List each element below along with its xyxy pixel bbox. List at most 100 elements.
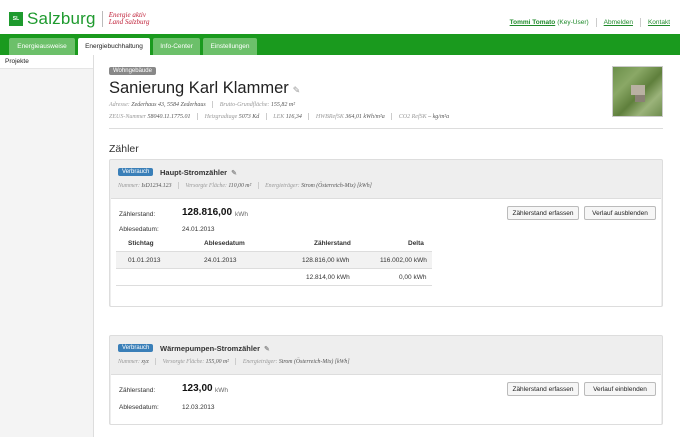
main-content: Wohngebäude Sanierung Karl Klammer ✎ Adre…	[95, 55, 680, 437]
page-title: Sanierung Karl Klammer ✎	[109, 79, 300, 98]
column-header: Delta	[408, 240, 424, 247]
meter-card-header: Verbrauch Haupt-Stromzähler ✎ Nummer: IsD…	[110, 160, 662, 196]
table-cell: 01.01.2013	[128, 257, 161, 264]
meta-value: Strom (Österreich-Mix) [kWh]	[301, 182, 372, 189]
edit-pencil-icon[interactable]: ✎	[293, 85, 301, 96]
meta-divider	[197, 113, 199, 120]
meta-label: Versorgte Fläche:	[162, 358, 205, 365]
column-header: Ablesedatum	[204, 240, 245, 247]
salzburg-logo[interactable]: SL Salzburg Energie aktiv Land Salzburg	[9, 9, 149, 29]
logo-divider	[101, 11, 103, 27]
consumption-badge: Verbrauch	[118, 168, 154, 176]
meta-divider	[391, 113, 393, 120]
reading-unit: kWh	[235, 211, 248, 218]
meta-label: CO2 RefSK	[398, 113, 427, 120]
brand-tagline: Energie aktiv Land Salzburg	[109, 12, 150, 26]
building-type-badge: Wohngebäude	[109, 67, 156, 75]
meter-name: Haupt-Stromzähler	[160, 168, 228, 177]
meter-title: Haupt-Stromzähler ✎	[160, 168, 237, 177]
tab-energieausweise[interactable]: Energieausweise	[9, 38, 75, 55]
photo-house-shape	[631, 85, 645, 95]
photo-roof-shape	[635, 95, 645, 102]
table-header-row: Stichtag Ablesedatum Zählerstand Delta	[116, 235, 432, 252]
reading-value: 123,00	[182, 383, 213, 394]
meter-card-header: Verbrauch Wärmepumpen-Stromzähler ✎ Numme…	[110, 336, 662, 372]
divider	[109, 128, 663, 129]
reading-label: Zählerstand:	[119, 387, 156, 394]
meta-value: 5073 Kd	[238, 113, 260, 120]
top-navigation: Tommi Tomato (Key-User) Abmelden Kontakt	[510, 18, 670, 27]
meta-label: Nummer:	[118, 358, 140, 365]
toggle-history-button[interactable]: Verlauf einblenden	[584, 382, 656, 396]
toggle-history-button[interactable]: Verlauf ausblenden	[584, 206, 656, 220]
meta-label: Energieträger:	[242, 358, 278, 365]
table-row: 12.814,00 kWh 0,00 kWh	[116, 269, 432, 286]
meta-label: Nummer:	[118, 182, 140, 189]
meta-label: Brutto-Grundfläche:	[219, 101, 270, 108]
tab-einstellungen[interactable]: Einstellungen	[203, 38, 257, 55]
meta-label: ZEUS-Nummer	[109, 113, 146, 120]
building-photo[interactable]	[612, 66, 663, 117]
meta-value: 110,00 m²	[228, 182, 252, 189]
meter-meta: Nummer: IsD1234.123 Versorgte Fläche: 11…	[118, 182, 372, 189]
meta-label: Versorgte Fläche:	[185, 182, 227, 189]
date-label: Ablesedatum:	[119, 226, 159, 233]
edit-pencil-icon[interactable]: ✎	[264, 345, 270, 353]
user-link[interactable]: Tommi Tomato	[510, 19, 556, 26]
project-meta-line-1: Adresse: Zederhaus 43, 5584 Zederhaus Br…	[109, 101, 295, 108]
user-role: (Key-User)	[557, 19, 589, 26]
logout-link[interactable]: Abmelden	[604, 19, 633, 26]
meta-value: – kg/m²a	[428, 113, 450, 120]
meta-label: Heizgradtage	[204, 113, 238, 120]
meta-divider	[155, 358, 157, 365]
meta-value: Strom (Österreich-Mix) [kWh]	[278, 358, 350, 365]
meta-value: 116,34	[285, 113, 302, 120]
meta-label: LEK	[273, 113, 285, 120]
edit-pencil-icon[interactable]: ✎	[231, 169, 237, 177]
reading-label: Zählerstand:	[119, 211, 156, 218]
meta-divider	[257, 182, 259, 189]
table-cell: 128.816,00 kWh	[302, 257, 350, 264]
table-row: 01.01.2013 24.01.2013 128.816,00 kWh 116…	[116, 252, 432, 269]
meter-card-haupt-stromzaehler: Verbrauch Haupt-Stromzähler ✎ Nummer: IsD…	[109, 159, 663, 307]
meta-label: Energieträger:	[265, 182, 300, 189]
meta-value: Zederhaus 43, 5584 Zederhaus	[131, 101, 206, 108]
meta-label: HWBRefSK	[315, 113, 344, 120]
meter-name: Wärmepumpen-Stromzähler	[160, 344, 261, 353]
main-tab-bar: Energieausweise Energiebuchhaltung Info-…	[0, 34, 680, 55]
meta-divider	[235, 358, 237, 365]
meta-divider	[308, 113, 310, 120]
meta-value: 364,01 kWh/m²a	[345, 113, 385, 120]
meta-value: IsD1234.123	[141, 182, 172, 189]
table-cell: 24.01.2013	[204, 257, 237, 264]
tab-info-center[interactable]: Info-Center	[153, 38, 200, 55]
section-title-zaehler: Zähler	[109, 143, 139, 155]
date-label: Ablesedatum:	[119, 404, 159, 411]
meter-card-waermepumpen-stromzaehler: Verbrauch Wärmepumpen-Stromzähler ✎ Numme…	[109, 335, 663, 425]
table-cell: 0,00 kWh	[399, 274, 427, 281]
sidebar: Projekte	[0, 55, 94, 437]
header: SL Salzburg Energie aktiv Land Salzburg …	[0, 0, 680, 34]
contact-link[interactable]: Kontakt	[648, 19, 670, 26]
reading-history-table: Stichtag Ablesedatum Zählerstand Delta 0…	[116, 235, 432, 286]
meta-value: 58040.11.1775.01	[147, 113, 191, 120]
project-title: Sanierung Karl Klammer	[109, 79, 289, 97]
tab-energiebuchhaltung[interactable]: Energiebuchhaltung	[78, 38, 150, 55]
project-meta-line-2: ZEUS-Nummer 58040.11.1775.01 Heizgradtag…	[109, 113, 449, 120]
meter-card-body: Zählerstand: 123,00 kWh Ablesedatum: 12.…	[111, 374, 661, 424]
nav-divider	[595, 18, 597, 27]
meter-card-body: Zählerstand: 128.816,00 kWh Ablesedatum:…	[111, 198, 661, 306]
sidebar-item-projekte[interactable]: Projekte	[0, 55, 93, 69]
reading-value: 128.816,00	[182, 207, 233, 218]
enter-reading-button[interactable]: Zählerstand erfassen	[507, 206, 579, 220]
nav-divider	[639, 18, 641, 27]
meter-title: Wärmepumpen-Stromzähler ✎	[160, 344, 270, 353]
meter-meta: Nummer: xyz Versorgte Fläche: 155,00 m² …	[118, 358, 350, 365]
brand-name: Salzburg	[27, 9, 96, 28]
table-cell: 12.814,00 kWh	[306, 274, 350, 281]
meta-value: 155,82 m²	[270, 101, 296, 108]
table-cell: 116.002,00 kWh	[380, 257, 427, 264]
meta-divider	[177, 182, 179, 189]
column-header: Zählerstand	[314, 240, 351, 247]
enter-reading-button[interactable]: Zählerstand erfassen	[507, 382, 579, 396]
